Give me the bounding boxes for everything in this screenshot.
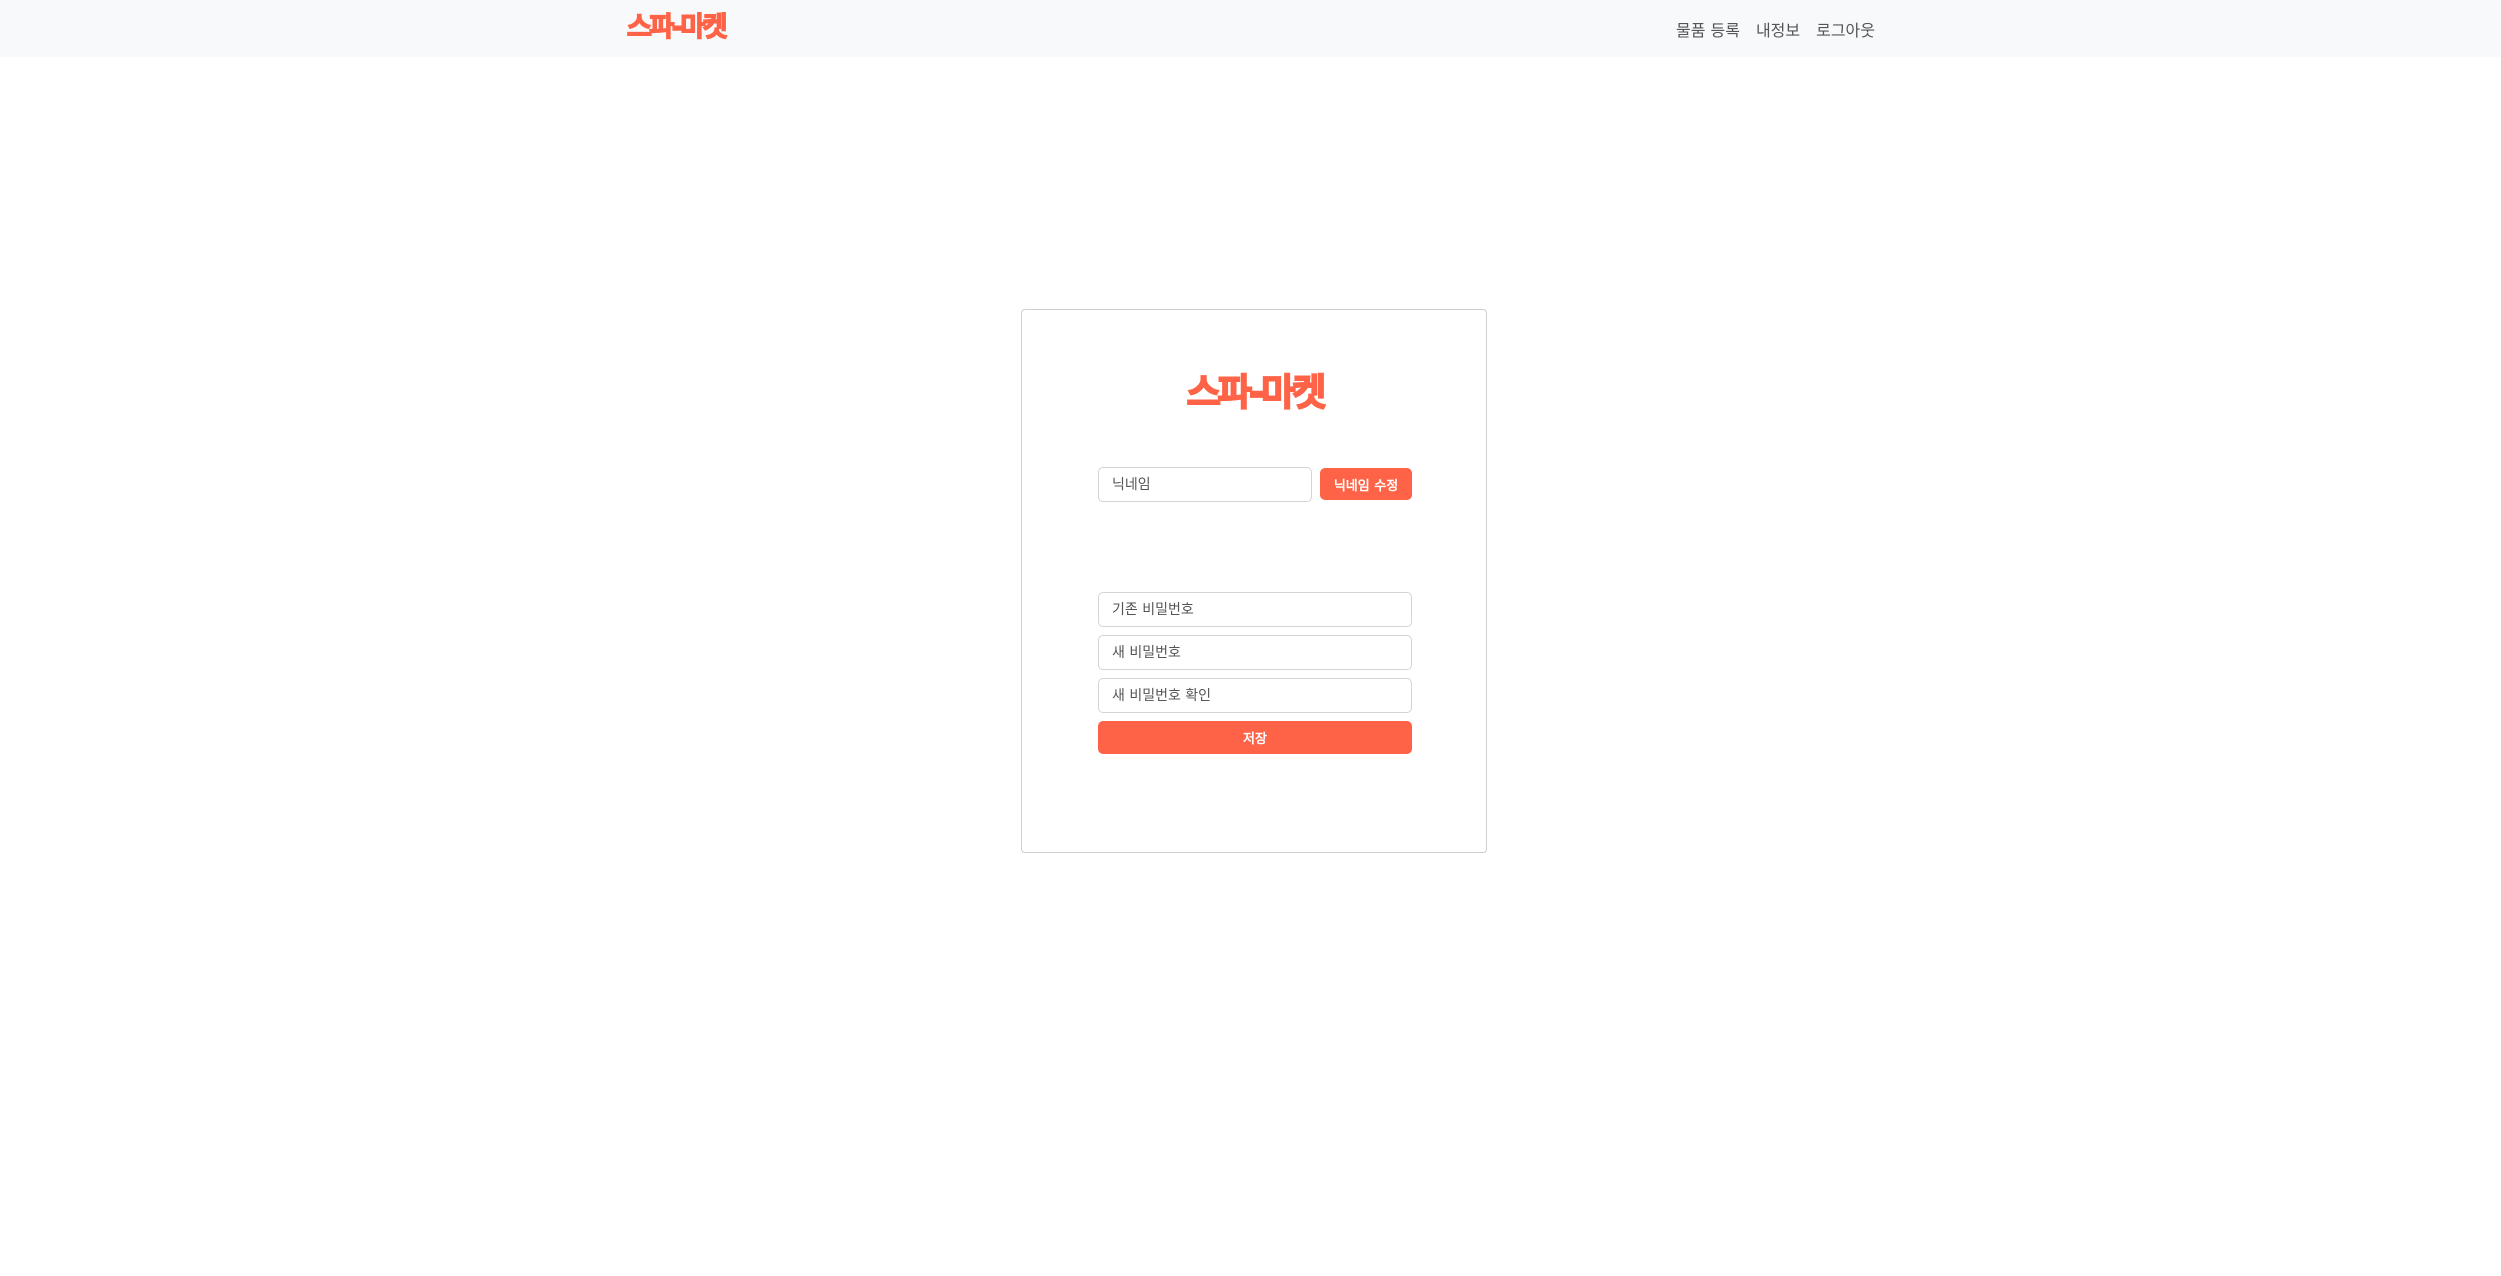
save-button[interactable]: 저장 xyxy=(1098,721,1412,754)
nav-logout[interactable]: 로그아웃 xyxy=(1816,17,1875,41)
nickname-input[interactable] xyxy=(1098,467,1312,502)
brand-logo[interactable]: 스파-마켓 xyxy=(626,11,728,44)
new-password-input[interactable] xyxy=(1098,635,1412,670)
top-navbar: 스파-마켓 물품 등록 내정보 로그아웃 xyxy=(0,0,2501,57)
nav-links: 물품 등록 내정보 로그아웃 xyxy=(1676,0,1875,57)
profile-card: 스파-마켓 닉네임 수정 저장 xyxy=(1021,309,1487,853)
confirm-password-input[interactable] xyxy=(1098,678,1412,713)
nav-register-item[interactable]: 물품 등록 xyxy=(1676,17,1740,41)
edit-nickname-button[interactable]: 닉네임 수정 xyxy=(1320,468,1412,500)
current-password-input[interactable] xyxy=(1098,592,1412,627)
card-logo: 스파-마켓 xyxy=(1186,370,1327,415)
nav-my-info[interactable]: 내정보 xyxy=(1756,17,1800,41)
